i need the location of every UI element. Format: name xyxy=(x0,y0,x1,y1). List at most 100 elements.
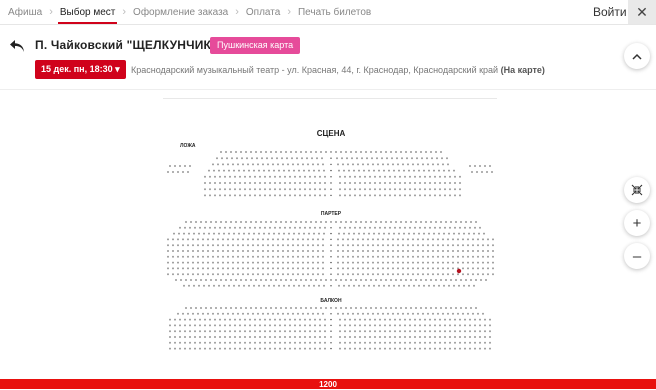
seat[interactable] xyxy=(464,330,466,333)
seat[interactable] xyxy=(397,267,399,270)
seat[interactable] xyxy=(200,279,202,281)
seat[interactable] xyxy=(288,232,290,235)
seat[interactable] xyxy=(344,330,346,333)
seat[interactable] xyxy=(486,171,488,173)
seat[interactable] xyxy=(167,255,169,258)
seat[interactable] xyxy=(465,279,467,281)
seat[interactable] xyxy=(482,261,484,264)
seat[interactable] xyxy=(298,284,300,287)
seat[interactable] xyxy=(200,307,202,309)
seat[interactable] xyxy=(439,336,441,338)
seat[interactable] xyxy=(174,330,176,333)
seat[interactable] xyxy=(356,157,358,160)
seat[interactable] xyxy=(268,232,270,235)
seat[interactable] xyxy=(259,324,261,327)
seat[interactable] xyxy=(349,336,351,338)
seat[interactable] xyxy=(482,238,484,241)
seat[interactable] xyxy=(245,221,247,223)
seat[interactable] xyxy=(422,267,424,270)
seat[interactable] xyxy=(372,244,374,247)
pushkin-card-badge[interactable]: Пушкинская карта xyxy=(210,37,301,54)
seat[interactable] xyxy=(414,341,416,344)
seat[interactable] xyxy=(489,330,491,333)
seat[interactable] xyxy=(335,279,337,281)
seat[interactable] xyxy=(434,226,436,229)
seat[interactable] xyxy=(250,221,252,223)
seat[interactable] xyxy=(302,238,304,241)
seat[interactable] xyxy=(444,194,446,197)
seat[interactable] xyxy=(304,182,306,184)
seat[interactable] xyxy=(244,336,246,338)
seat[interactable] xyxy=(314,194,316,197)
seat[interactable] xyxy=(410,151,412,153)
seat[interactable] xyxy=(442,163,444,166)
seat[interactable] xyxy=(302,255,304,258)
seat[interactable] xyxy=(228,232,230,235)
seat[interactable] xyxy=(344,182,346,184)
seat[interactable] xyxy=(337,255,339,258)
seat[interactable] xyxy=(280,221,282,223)
seat[interactable] xyxy=(297,255,299,258)
seat[interactable] xyxy=(459,336,461,338)
seat[interactable] xyxy=(353,169,355,172)
seat[interactable] xyxy=(309,341,311,344)
seat[interactable] xyxy=(439,341,441,344)
seat[interactable] xyxy=(192,312,194,315)
seat[interactable] xyxy=(258,169,260,172)
seat[interactable] xyxy=(380,307,382,309)
seat[interactable] xyxy=(302,250,304,252)
seat[interactable] xyxy=(229,182,231,184)
seat[interactable] xyxy=(367,255,369,258)
seat[interactable] xyxy=(374,347,376,350)
seat[interactable] xyxy=(487,261,489,264)
seat[interactable] xyxy=(294,175,296,178)
seat[interactable] xyxy=(314,336,316,338)
seat[interactable] xyxy=(218,284,220,287)
seat[interactable] xyxy=(204,341,206,344)
seat[interactable] xyxy=(427,267,429,270)
seat[interactable] xyxy=(259,341,261,344)
seat[interactable] xyxy=(347,261,349,264)
seat[interactable] xyxy=(414,188,416,191)
seat[interactable] xyxy=(375,307,377,309)
seat[interactable] xyxy=(404,324,406,327)
seat[interactable] xyxy=(209,194,211,197)
seat[interactable] xyxy=(305,307,307,309)
seat[interactable] xyxy=(412,261,414,264)
seat[interactable] xyxy=(274,226,276,229)
seat[interactable] xyxy=(368,284,370,287)
seat[interactable] xyxy=(377,267,379,270)
seat[interactable] xyxy=(284,330,286,333)
seat[interactable] xyxy=(284,188,286,191)
seat[interactable] xyxy=(389,336,391,338)
seat[interactable] xyxy=(309,188,311,191)
seat[interactable] xyxy=(410,307,412,309)
seat[interactable] xyxy=(207,312,209,315)
seat[interactable] xyxy=(384,347,386,350)
seat[interactable] xyxy=(232,312,234,315)
seat[interactable] xyxy=(478,232,480,235)
seat[interactable] xyxy=(444,341,446,344)
seat[interactable] xyxy=(349,347,351,350)
seat[interactable] xyxy=(219,341,221,344)
seat[interactable] xyxy=(272,261,274,264)
seat[interactable] xyxy=(448,169,450,172)
seat[interactable] xyxy=(199,330,201,333)
seat[interactable] xyxy=(324,194,326,197)
seat[interactable] xyxy=(457,312,459,315)
seat[interactable] xyxy=(484,330,486,333)
seat[interactable] xyxy=(413,284,415,287)
seat[interactable] xyxy=(229,336,231,338)
seat[interactable] xyxy=(360,307,362,309)
seat[interactable] xyxy=(470,307,472,309)
seat[interactable] xyxy=(344,226,346,229)
seat[interactable] xyxy=(257,267,259,270)
seat[interactable] xyxy=(394,341,396,344)
seat[interactable] xyxy=(340,151,342,153)
seat[interactable] xyxy=(474,347,476,350)
seat[interactable] xyxy=(202,244,204,247)
seat[interactable] xyxy=(209,188,211,191)
seat[interactable] xyxy=(450,279,452,281)
seat[interactable] xyxy=(232,238,234,241)
seat[interactable] xyxy=(192,255,194,258)
